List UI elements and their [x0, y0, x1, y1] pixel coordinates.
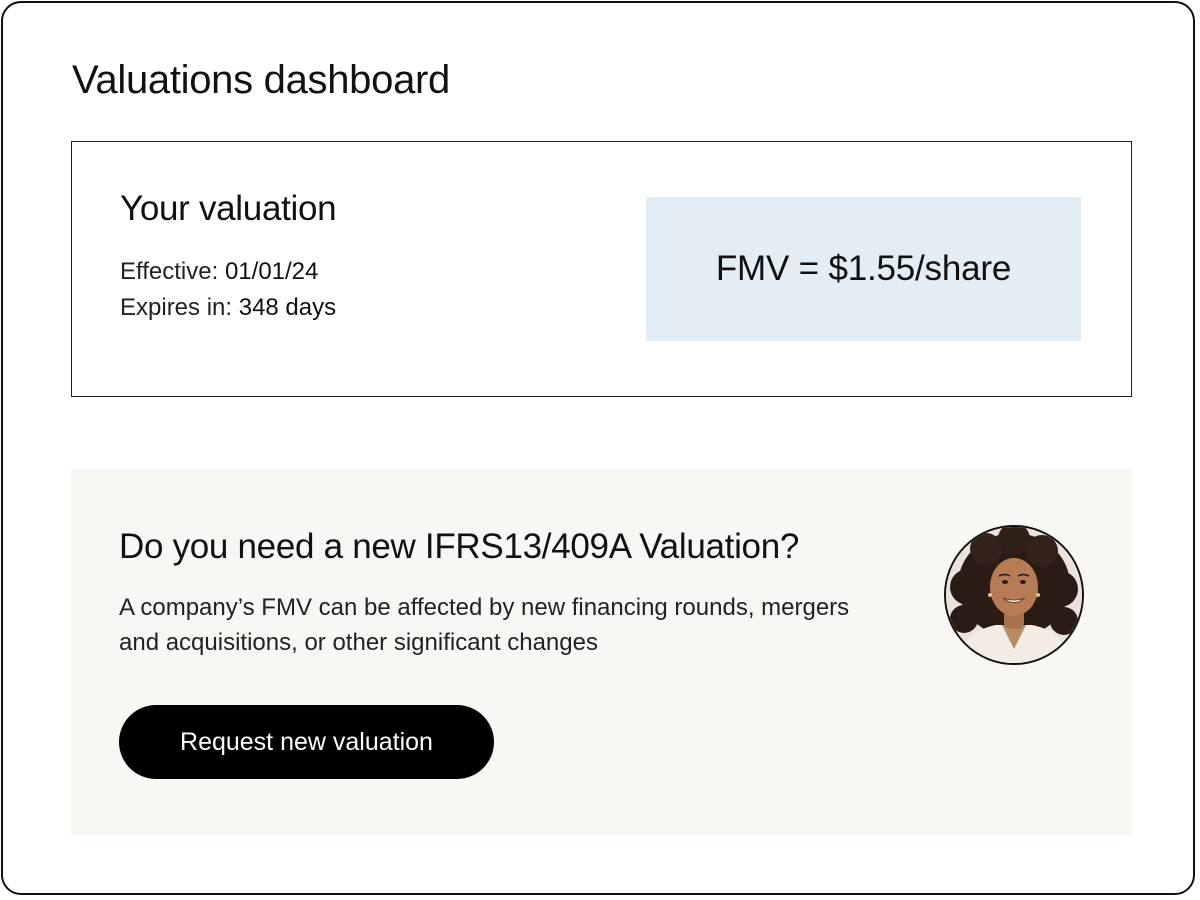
page-title: Valuations dashboard — [72, 58, 450, 102]
valuation-heading: Your valuation — [120, 189, 337, 228]
expiry-label: Expires in: — [120, 294, 233, 321]
effective-date-value: 01/01/24 — [224, 258, 319, 285]
promo-heading: Do you need a new IFRS13/409A Valuation? — [119, 527, 800, 566]
effective-date-line: Effective: 01/01/24 — [120, 256, 318, 288]
promo-description: A company’s FMV can be affected by new f… — [119, 594, 850, 656]
new-valuation-panel: Do you need a new IFRS13/409A Valuation?… — [71, 469, 1132, 835]
valuation-card: Your valuation Effective: 01/01/24 Expir… — [71, 141, 1132, 397]
effective-date-label: Effective: — [120, 258, 219, 285]
expiry-line: Expires in: 348 days — [120, 292, 336, 324]
fmv-value: FMV = $1.55/share — [715, 249, 1012, 288]
advisor-avatar — [944, 525, 1084, 665]
person-photo-icon — [946, 527, 1082, 663]
request-new-valuation-button[interactable]: Request new valuation — [119, 705, 494, 779]
dashboard-window: Valuations dashboard Your valuation Effe… — [1, 1, 1195, 895]
fmv-highlight: FMV = $1.55/share — [646, 197, 1081, 341]
expiry-value: 348 days — [238, 294, 337, 321]
